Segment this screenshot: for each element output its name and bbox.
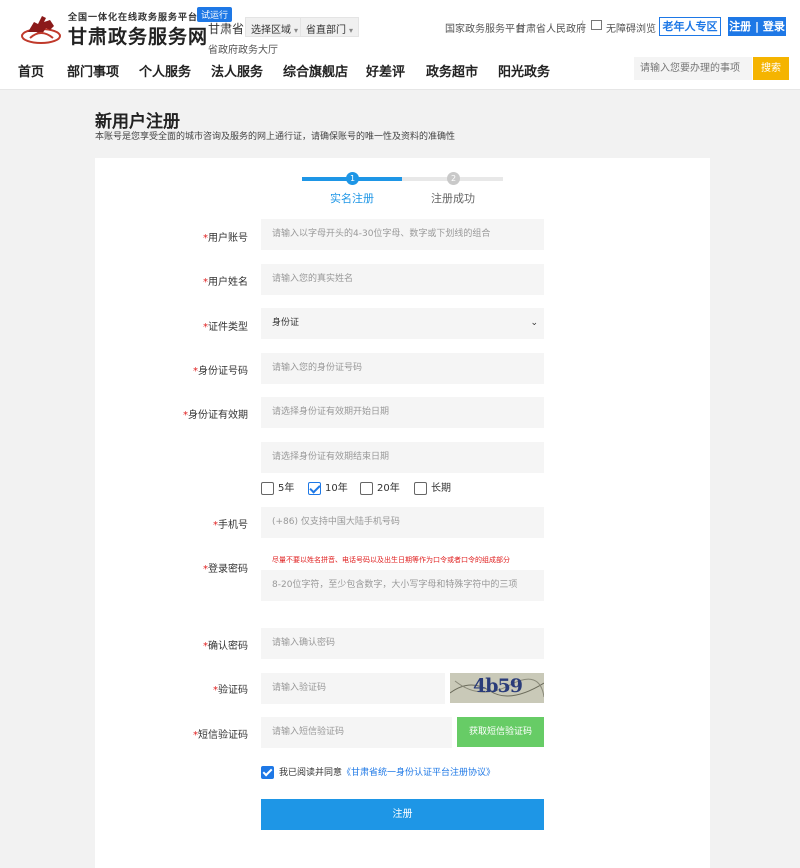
agreement-row[interactable]: 我已阅读并同意《甘肃省统一身份认证平台注册协议》 xyxy=(261,765,495,779)
sms-label: *短信验证码 xyxy=(193,730,248,741)
region-select-label: 选择区域 xyxy=(251,25,291,36)
nav-departments[interactable]: 部门事项 xyxy=(67,61,119,80)
dept-select-dropdown[interactable]: 省直部门 ▾ xyxy=(300,17,360,37)
id-type-select[interactable]: 身份证 ⌄ xyxy=(261,308,544,339)
accessible-browse-link[interactable]: 无障碍浏览 xyxy=(606,20,656,35)
checkbox-icon[interactable] xyxy=(261,481,274,495)
password-label: *登录密码 xyxy=(203,564,248,575)
chevron-down-icon: ▾ xyxy=(349,26,354,35)
id-number-input[interactable]: 请输入您的身份证号码 xyxy=(261,353,544,384)
step-2-label: 注册成功 xyxy=(431,192,475,205)
current-region: 甘肃省 xyxy=(208,22,245,36)
account-label: *用户账号 xyxy=(203,233,248,244)
step-1-indicator: 1 xyxy=(346,172,359,185)
national-platform-link[interactable]: 国家政务服务平台 xyxy=(445,20,525,35)
validity-option-20y[interactable]: 20年 xyxy=(360,479,400,495)
captcha-image[interactable]: 4b59 xyxy=(450,673,544,703)
confirm-password-label: *确认密码 xyxy=(203,641,248,652)
nav-flagship-store[interactable]: 综合旗舰店 xyxy=(283,61,348,80)
search-button[interactable]: 搜索 xyxy=(753,57,789,80)
name-label: *用户姓名 xyxy=(203,277,248,288)
link-separator: | xyxy=(581,20,585,31)
validity-option-10y[interactable]: 10年 xyxy=(308,479,348,495)
nav-reviews[interactable]: 好差评 xyxy=(366,61,405,80)
dept-select-label: 省直部门 xyxy=(306,25,346,36)
id-type-value: 身份证 xyxy=(272,318,300,328)
site-header: 全国一体化在线政务服务平台 试运行 甘肃政务服务网 甘肃省 选择区域 ▾ 省直部门… xyxy=(0,0,800,90)
captcha-text: 4b59 xyxy=(473,675,523,697)
captcha-label: *验证码 xyxy=(213,685,248,696)
site-title[interactable]: 甘肃政务服务网 xyxy=(68,22,208,49)
checkbox-checked-icon[interactable] xyxy=(308,481,321,495)
register-submit-button[interactable]: 注册 xyxy=(261,799,544,830)
agreement-link[interactable]: 《甘肃省统一身份认证平台注册协议》 xyxy=(342,768,495,778)
sms-input[interactable]: 请输入短信验证码 xyxy=(261,717,452,748)
password-hint: 尽量不要以姓名拼音、电话号码以及出生日期等作为口令或者口令的组成部分 xyxy=(272,556,510,564)
region-hall-link[interactable]: 省政府政务大厅 xyxy=(208,41,278,56)
phone-label: *手机号 xyxy=(213,520,248,531)
region-select-dropdown[interactable]: 选择区域 ▾ xyxy=(245,17,305,37)
page-subtitle: 本账号是您享受全面的城市咨询及服务的网上通行证，请确保账号的唯一性及资料的准确性 xyxy=(95,132,456,142)
account-input[interactable]: 请输入以字母开头的4-30位字母、数字或下划线的组合 xyxy=(261,219,544,250)
nav-gov-market[interactable]: 政务超市 xyxy=(426,61,478,80)
nav-corporate-services[interactable]: 法人服务 xyxy=(211,61,263,80)
agreement-checkbox-icon[interactable] xyxy=(261,766,274,779)
validity-label: *身份证有效期 xyxy=(183,410,248,421)
id-number-label: *身份证号码 xyxy=(193,366,248,377)
validity-end-input[interactable]: 请选择身份证有效期结束日期 xyxy=(261,442,544,473)
name-input[interactable]: 请输入您的真实姓名 xyxy=(261,264,544,295)
elder-zone-button[interactable]: 老年人专区 xyxy=(659,17,721,36)
captcha-input[interactable]: 请输入验证码 xyxy=(261,673,445,704)
phone-input[interactable]: (+86) 仅支持中国大陆手机号码 xyxy=(261,507,544,538)
validity-option-5y[interactable]: 5年 xyxy=(261,479,294,495)
checkbox-icon[interactable] xyxy=(414,481,427,495)
confirm-password-input[interactable]: 请输入确认密码 xyxy=(261,628,544,659)
nav-personal-services[interactable]: 个人服务 xyxy=(139,61,191,80)
validity-start-input[interactable]: 请选择身份证有效期开始日期 xyxy=(261,397,544,428)
nav-home[interactable]: 首页 xyxy=(18,61,44,80)
register-login-button[interactable]: 注册 | 登录 xyxy=(728,17,786,36)
site-logo-emblem-icon xyxy=(21,16,61,44)
agreement-prefix: 我已阅读并同意 xyxy=(279,768,343,778)
validity-option-longterm[interactable]: 长期 xyxy=(414,479,451,495)
password-input[interactable]: 8-20位字符，至少包含数字，大小写字母和特殊字符中的三项 xyxy=(261,570,544,601)
gansu-gov-link[interactable]: 甘肃省人民政府 xyxy=(516,20,586,35)
id-type-label: *证件类型 xyxy=(203,322,248,333)
step-2-indicator: 2 xyxy=(447,172,460,185)
checkbox-icon[interactable] xyxy=(360,481,373,495)
step-1-label: 实名注册 xyxy=(330,192,374,205)
nav-sunshine-gov[interactable]: 阳光政务 xyxy=(498,61,550,80)
get-sms-code-button[interactable]: 获取短信验证码 xyxy=(457,717,544,747)
chevron-down-icon: ⌄ xyxy=(530,318,538,328)
search-input[interactable] xyxy=(634,57,752,80)
chevron-down-icon: ▾ xyxy=(294,26,299,35)
accessibility-icon[interactable] xyxy=(591,20,602,30)
